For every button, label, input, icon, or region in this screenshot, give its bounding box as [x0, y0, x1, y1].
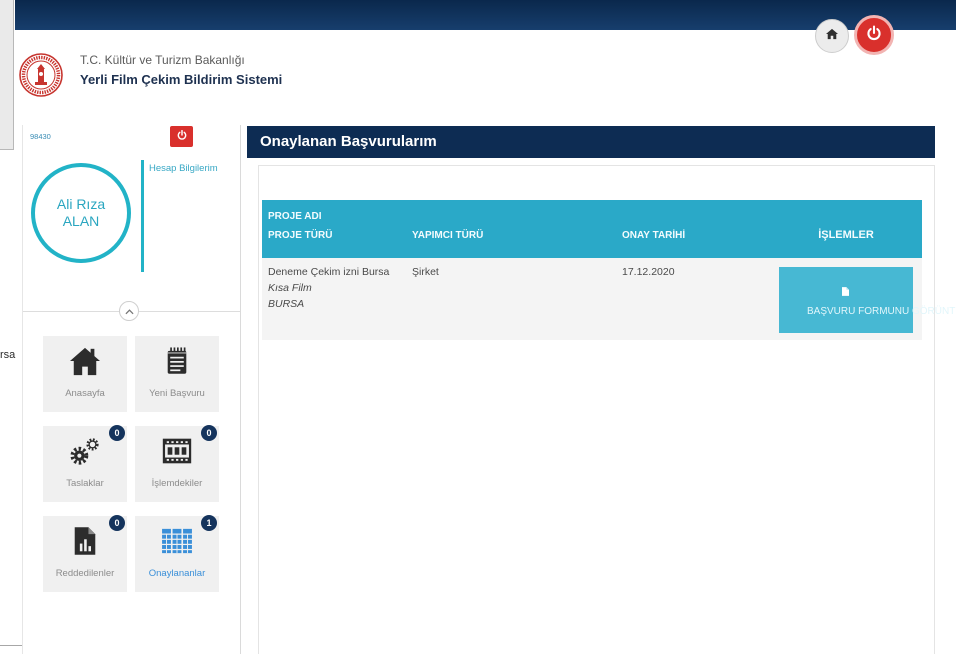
column-header-actions: İŞLEMLER — [770, 200, 922, 258]
page-title: Onaylanan Başvurularım — [247, 126, 935, 158]
sidebar: 98430 Ali Rıza ALAN Hesap Bilgilerim Ana… — [22, 125, 241, 654]
table-row: Deneme Çekim izni Bursa Kısa Film BURSA … — [262, 258, 956, 340]
background-window-text: rsa — [0, 349, 16, 361]
account-info-link[interactable]: Hesap Bilgilerim — [149, 163, 218, 174]
brand-block: T.C. Kültür ve Turizm Bakanlığı Yerli Fi… — [80, 53, 282, 89]
producer-type: Şirket — [412, 266, 439, 278]
sidebar-tile-label: Anasayfa — [65, 388, 105, 399]
ministry-name: T.C. Kültür ve Turizm Bakanlığı — [80, 53, 245, 67]
user-last-name: ALAN — [62, 213, 100, 229]
sidebar-tile-rejected[interactable]: Reddedilenler 0 — [43, 515, 127, 592]
sidebar-tile-label: Taslaklar — [66, 478, 104, 489]
column-header-project-name: PROJE ADI — [268, 211, 322, 222]
view-application-form-button[interactable]: BAŞVURU FORMUNU GÖRÜNTÜLE — [779, 267, 956, 333]
table-header-row: PROJE ADI PROJE TÜRÜ YAPIMCI TÜRÜ ONAY T… — [262, 200, 922, 258]
sidebar-tile-label: Onaylananlar — [148, 568, 206, 579]
user-id: 98430 — [30, 132, 51, 141]
project-name: Deneme Çekim izni Bursa — [268, 266, 390, 278]
chevron-up-icon — [124, 302, 134, 320]
approval-date: 17.12.2020 — [622, 266, 675, 278]
system-title: Yerli Film Çekim Bildirim Sistemi — [80, 72, 283, 87]
column-header-producer-type: YAPIMCI TÜRÜ — [406, 200, 616, 258]
home-icon — [43, 342, 127, 380]
approved-applications-table: PROJE ADI PROJE TÜRÜ YAPIMCI TÜRÜ ONAY T… — [262, 200, 956, 340]
sidebar-tile-home[interactable]: Anasayfa — [43, 336, 127, 412]
sidebar-tile-label: İşlemdekiler — [151, 478, 203, 489]
ministry-emblem-icon — [18, 52, 64, 98]
home-icon — [825, 27, 839, 45]
project-cell: Deneme Çekim izni Bursa Kısa Film BURSA — [262, 258, 406, 340]
home-button[interactable] — [815, 19, 849, 53]
exit-button[interactable] — [854, 15, 894, 55]
collapse-button[interactable] — [119, 301, 139, 321]
column-header-project: PROJE ADI PROJE TÜRÜ — [262, 200, 406, 258]
notepad-icon — [135, 342, 219, 380]
producer-type-cell: Şirket — [406, 258, 616, 340]
project-city: BURSA — [268, 298, 305, 310]
background-window-panel — [0, 0, 14, 150]
power-icon — [865, 24, 883, 47]
count-badge: 0 — [201, 425, 217, 441]
account-menu-rule — [141, 160, 144, 272]
sidebar-tile-label: Reddedilenler — [55, 568, 115, 579]
sidebar-tile-label: Yeni Başvuru — [149, 388, 205, 399]
sidebar-tile-approved[interactable]: Onaylananlar 1 — [135, 515, 219, 592]
sidebar-tile-new-application[interactable]: Yeni Başvuru — [135, 336, 219, 412]
count-badge: 1 — [201, 515, 217, 531]
actions-cell: BAŞVURU FORMUNU GÖRÜNTÜLE — [770, 258, 956, 340]
user-first-name: Ali Rıza — [56, 196, 106, 212]
top-bar — [15, 0, 956, 30]
column-header-project-type: PROJE TÜRÜ — [268, 230, 333, 241]
sidebar-tile-drafts[interactable]: Taslaklar 0 — [43, 425, 127, 502]
avatar: Ali Rıza ALAN — [31, 163, 131, 263]
count-badge: 0 — [109, 515, 125, 531]
view-application-form-label: BAŞVURU FORMUNU GÖRÜNTÜLE — [807, 306, 956, 317]
column-header-approval-date: ONAY TARİHİ — [616, 200, 770, 258]
document-icon — [841, 287, 849, 296]
count-badge: 0 — [109, 425, 125, 441]
power-icon — [176, 128, 188, 146]
project-type: Kısa Film — [268, 282, 312, 294]
sidebar-tile-in-progress[interactable]: İşlemdekiler 0 — [135, 425, 219, 502]
approval-date-cell: 17.12.2020 — [616, 258, 770, 340]
logout-button[interactable] — [170, 126, 193, 147]
